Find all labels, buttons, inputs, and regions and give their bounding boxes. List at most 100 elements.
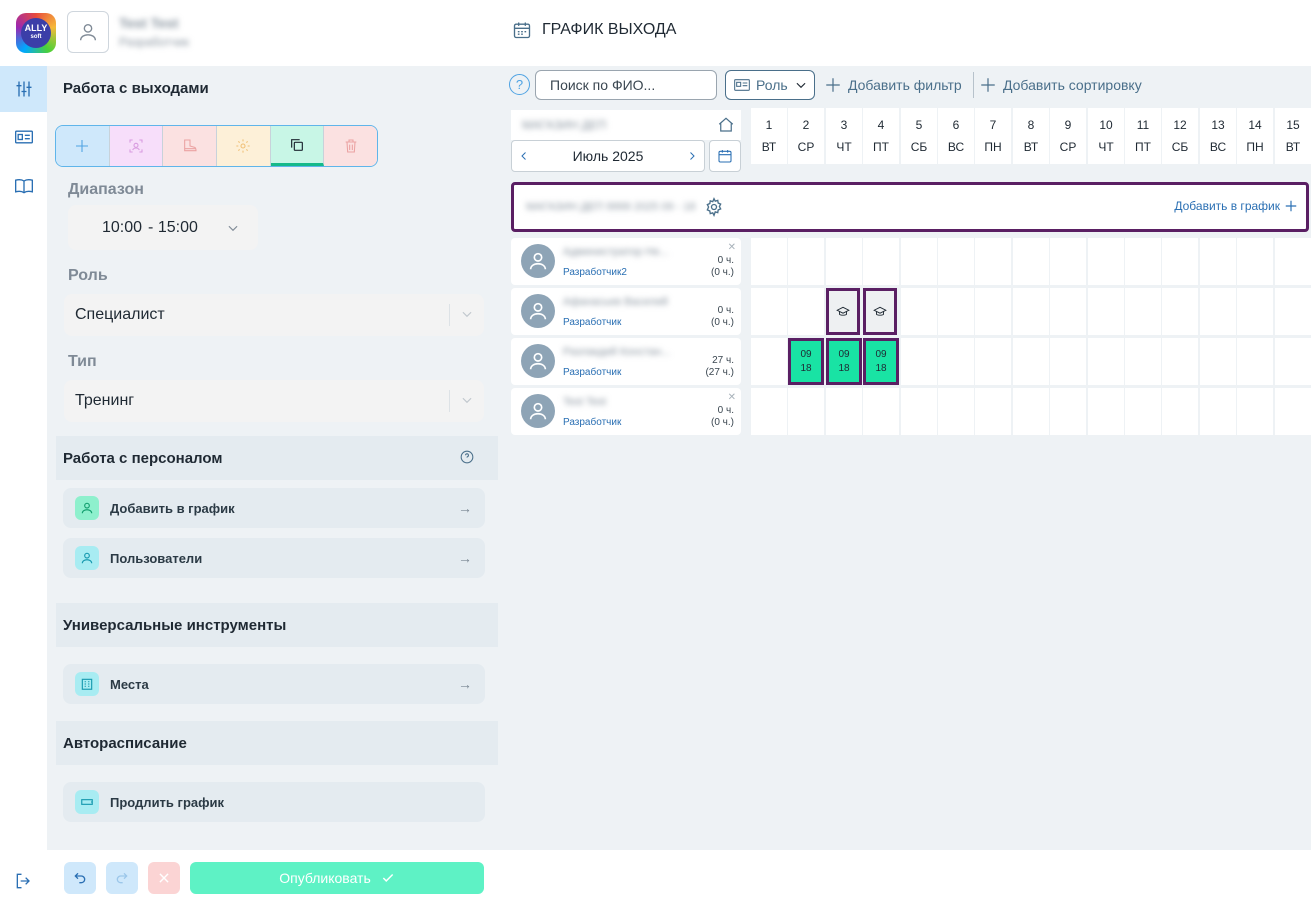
undo-button[interactable]	[64, 862, 96, 894]
day-header[interactable]: 13 ВС	[1200, 108, 1236, 164]
remove-employee-icon[interactable]: ✕	[728, 242, 736, 253]
home-icon[interactable]	[717, 116, 735, 134]
schedule-cell[interactable]	[1275, 388, 1311, 435]
schedule-cell[interactable]	[1237, 288, 1273, 335]
day-header[interactable]: 4 ПТ	[863, 108, 899, 164]
employee-card[interactable]: Разлакдий Констан... Разработчик 27 ч. (27 …	[511, 338, 741, 385]
schedule-cell[interactable]	[975, 388, 1011, 435]
day-header[interactable]: 5 СБ	[901, 108, 937, 164]
chevron-right-icon[interactable]	[686, 149, 698, 163]
vacation-button[interactable]	[163, 126, 218, 166]
schedule-cell[interactable]	[1050, 338, 1086, 385]
day-header[interactable]: 7 ПН	[975, 108, 1011, 164]
user-avatar[interactable]	[67, 11, 109, 53]
employee-card[interactable]: Афанасьев Василий Разработчик 0 ч. (0 ч.)	[511, 288, 741, 335]
help-icon[interactable]	[460, 450, 474, 464]
day-header[interactable]: 11 ПТ	[1125, 108, 1161, 164]
schedule-cell[interactable]	[1013, 338, 1049, 385]
schedule-cell[interactable]	[938, 338, 974, 385]
schedule-cell[interactable]	[863, 388, 899, 435]
schedule-cell[interactable]	[975, 288, 1011, 335]
type-select[interactable]: Тренинг	[64, 380, 484, 422]
shift-cell[interactable]: 09 18	[826, 338, 862, 385]
schedule-cell[interactable]	[1162, 388, 1198, 435]
schedule-cell[interactable]	[788, 288, 824, 335]
role-select[interactable]: Специалист	[64, 294, 484, 336]
search-input[interactable]: Поиск по ФИО...	[535, 70, 717, 100]
add-to-schedule-card[interactable]: Добавить в график →	[63, 488, 485, 528]
schedule-cell[interactable]	[975, 338, 1011, 385]
day-header[interactable]: 12 СБ	[1162, 108, 1198, 164]
assign-user-button[interactable]	[109, 126, 164, 166]
schedule-cell[interactable]	[1200, 288, 1236, 335]
schedule-cell[interactable]	[751, 288, 787, 335]
schedule-cell[interactable]	[1088, 238, 1124, 285]
delete-shift-button[interactable]	[324, 126, 377, 166]
role-filter-button[interactable]: Роль	[725, 70, 815, 100]
logout-button[interactable]	[0, 858, 47, 904]
schedule-cell[interactable]	[1275, 238, 1311, 285]
shift-cell[interactable]: 09 18	[788, 338, 824, 385]
rail-docs[interactable]	[0, 163, 47, 209]
gear-icon[interactable]	[704, 197, 724, 217]
schedule-cell[interactable]	[1013, 288, 1049, 335]
day-header[interactable]: 6 ВС	[938, 108, 974, 164]
schedule-cell[interactable]	[1013, 388, 1049, 435]
places-card[interactable]: Места →	[63, 664, 485, 704]
remove-employee-icon[interactable]: ✕	[728, 392, 736, 403]
day-header[interactable]: 9 СР	[1050, 108, 1086, 164]
schedule-cell[interactable]	[901, 288, 937, 335]
shift-cell[interactable]: 09 18	[863, 338, 899, 385]
cancel-button[interactable]	[148, 862, 180, 894]
schedule-cell[interactable]	[1125, 338, 1161, 385]
day-header[interactable]: 1 ВТ	[751, 108, 787, 164]
schedule-cell[interactable]	[1162, 288, 1198, 335]
help-button[interactable]: ?	[509, 74, 530, 95]
training-cell[interactable]	[826, 288, 860, 335]
group-add-button[interactable]: Добавить в график	[1174, 199, 1298, 213]
add-filter-button[interactable]: Добавить фильтр	[824, 76, 962, 94]
schedule-cell[interactable]	[1125, 238, 1161, 285]
schedule-cell[interactable]	[901, 238, 937, 285]
schedule-cell[interactable]	[1200, 388, 1236, 435]
chevron-left-icon[interactable]	[518, 149, 530, 163]
users-card[interactable]: Пользователи →	[63, 538, 485, 578]
schedule-cell[interactable]	[826, 388, 862, 435]
extend-schedule-card[interactable]: Продлить график	[63, 782, 485, 822]
schedule-cell[interactable]	[826, 238, 862, 285]
schedule-cell[interactable]	[1125, 388, 1161, 435]
schedule-cell[interactable]	[863, 238, 899, 285]
schedule-cell[interactable]	[1237, 388, 1273, 435]
schedule-cell[interactable]	[1013, 238, 1049, 285]
add-shift-button[interactable]	[56, 126, 110, 166]
schedule-cell[interactable]	[1275, 338, 1311, 385]
calendar-picker-button[interactable]	[709, 140, 741, 172]
day-header[interactable]: 10 ЧТ	[1088, 108, 1124, 164]
employee-card[interactable]: Администратор Не... Разработчик2 0 ч. (0 ч.…	[511, 238, 741, 285]
schedule-cell[interactable]	[1088, 288, 1124, 335]
schedule-cell[interactable]	[788, 388, 824, 435]
department-selector[interactable]: МАГАЗИН ДЕП	[511, 110, 741, 140]
schedule-cell[interactable]	[1162, 338, 1198, 385]
add-sort-button[interactable]: Добавить сортировку	[979, 76, 1142, 94]
day-header[interactable]: 3 ЧТ	[826, 108, 862, 164]
day-header[interactable]: 2 СР	[788, 108, 824, 164]
day-header[interactable]: 14 ПН	[1237, 108, 1273, 164]
schedule-cell[interactable]	[938, 388, 974, 435]
day-header[interactable]: 15 ВТ	[1275, 108, 1311, 164]
schedule-cell[interactable]	[1088, 388, 1124, 435]
schedule-cell[interactable]	[1275, 288, 1311, 335]
schedule-cell[interactable]	[938, 238, 974, 285]
copy-shift-button[interactable]	[270, 126, 325, 166]
schedule-cell[interactable]	[1237, 238, 1273, 285]
schedule-cell[interactable]	[1200, 238, 1236, 285]
schedule-cell[interactable]	[1162, 238, 1198, 285]
rail-schedule[interactable]	[0, 66, 47, 112]
schedule-cell[interactable]	[788, 238, 824, 285]
employee-card[interactable]: Test Test Разработчик 0 ч. (0 ч.) ✕	[511, 388, 741, 435]
schedule-cell[interactable]	[1088, 338, 1124, 385]
schedule-cell[interactable]	[1200, 338, 1236, 385]
day-header[interactable]: 8 ВТ	[1013, 108, 1049, 164]
schedule-cell[interactable]	[1050, 288, 1086, 335]
settings-shift-button[interactable]	[217, 126, 271, 166]
